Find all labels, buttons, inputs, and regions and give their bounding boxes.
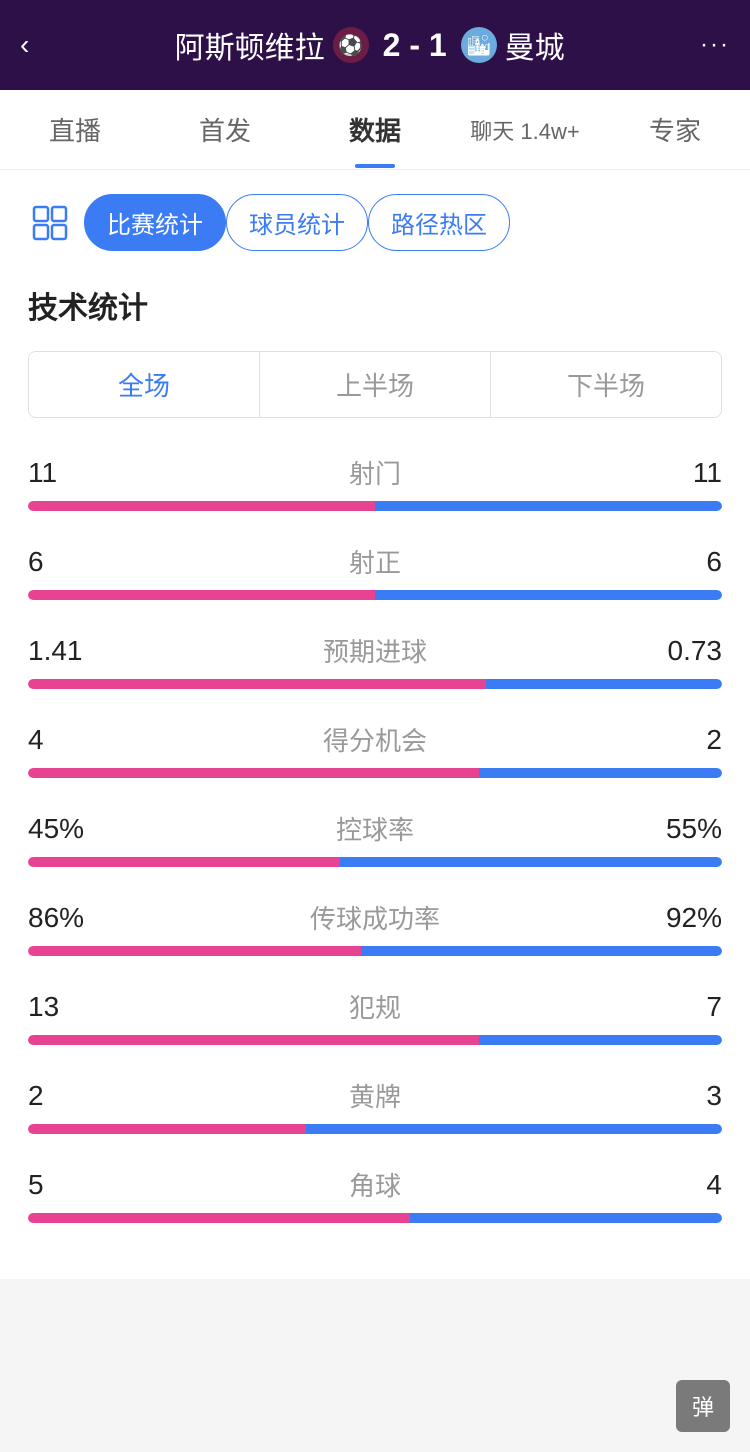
stat-left-value: 1.41 — [28, 635, 108, 667]
stat-row: 86% 传球成功率 92% — [28, 899, 722, 956]
stat-row: 6 射正 6 — [28, 543, 722, 600]
stat-name: 犯规 — [108, 988, 642, 1025]
more-button[interactable]: ··· — [700, 31, 730, 59]
stat-left-value: 6 — [28, 546, 108, 578]
stat-bar-away — [340, 857, 722, 867]
stat-left-value: 86% — [28, 902, 108, 934]
away-team-badge: 🏙 — [461, 27, 497, 63]
stat-right-value: 3 — [642, 1080, 722, 1112]
period-tabs: 全场 上半场 下半场 — [28, 351, 722, 418]
stat-bar-away — [410, 1213, 722, 1223]
stat-bar-home — [28, 857, 340, 867]
section-title: 技术统计 — [28, 283, 722, 327]
stat-left-value: 11 — [28, 457, 108, 489]
stat-left-value: 13 — [28, 991, 108, 1023]
stat-bar-away — [486, 679, 722, 689]
sub-navigation: 比赛统计 球员统计 路径热区 — [28, 194, 722, 251]
tab-live[interactable]: 直播 — [0, 91, 150, 168]
stat-left-value: 4 — [28, 724, 108, 756]
stat-bar-away — [375, 501, 722, 511]
stat-bar — [28, 1213, 722, 1223]
sub-tab-player-stats[interactable]: 球员统计 — [226, 194, 368, 251]
stat-right-value: 7 — [642, 991, 722, 1023]
back-button[interactable]: ‹ — [20, 29, 29, 61]
stat-name: 射正 — [108, 543, 642, 580]
stat-bar-home — [28, 768, 479, 778]
stat-bar-away — [479, 1035, 722, 1045]
match-score: 2 - 1 — [383, 27, 447, 64]
stat-name: 预期进球 — [108, 632, 642, 669]
stat-bar-home — [28, 1213, 410, 1223]
stat-right-value: 11 — [642, 457, 722, 489]
stat-bar-away — [306, 1124, 722, 1134]
stat-bar — [28, 946, 722, 956]
stat-name: 角球 — [108, 1166, 642, 1203]
stat-bar — [28, 1124, 722, 1134]
stat-row: 13 犯规 7 — [28, 988, 722, 1045]
period-tab-first-half[interactable]: 上半场 — [260, 352, 491, 417]
away-team-name: 曼城 — [505, 23, 565, 67]
stat-row: 45% 控球率 55% — [28, 810, 722, 867]
content-area: 比赛统计 球员统计 路径热区 技术统计 全场 上半场 下半场 11 射门 11 … — [0, 170, 750, 1279]
stat-bar — [28, 590, 722, 600]
stat-right-value: 92% — [642, 902, 722, 934]
stat-right-value: 0.73 — [642, 635, 722, 667]
stat-name: 射门 — [108, 454, 642, 491]
sub-tab-heatmap[interactable]: 路径热区 — [368, 194, 510, 251]
tab-lineup[interactable]: 首发 — [150, 91, 300, 168]
tab-chat[interactable]: 聊天 1.4w+ — [450, 94, 600, 166]
stat-bar-away — [375, 590, 722, 600]
match-title: 阿斯顿维拉 ⚽ 2 - 1 🏙 曼城 — [39, 23, 700, 67]
stat-row: 1.41 预期进球 0.73 — [28, 632, 722, 689]
stat-name: 得分机会 — [108, 721, 642, 758]
home-team-name: 阿斯顿维拉 — [175, 23, 325, 67]
match-header: ‹ 阿斯顿维拉 ⚽ 2 - 1 🏙 曼城 ··· — [0, 0, 750, 90]
stat-row: 11 射门 11 — [28, 454, 722, 511]
stat-bar-home — [28, 501, 375, 511]
sub-tab-match-stats[interactable]: 比赛统计 — [84, 194, 226, 251]
stat-bar-home — [28, 590, 375, 600]
stat-bar-home — [28, 1124, 306, 1134]
stat-bar — [28, 1035, 722, 1045]
home-team-badge: ⚽ — [333, 27, 369, 63]
stats-container: 11 射门 11 6 射正 6 1.41 预期进球 0.73 4 — [28, 454, 722, 1223]
stat-right-value: 6 — [642, 546, 722, 578]
stat-bar-home — [28, 946, 361, 956]
stat-row: 5 角球 4 — [28, 1166, 722, 1223]
stat-bar-away — [479, 768, 722, 778]
stat-bar — [28, 501, 722, 511]
tab-expert[interactable]: 专家 — [600, 91, 750, 168]
tab-data[interactable]: 数据 — [300, 91, 450, 168]
stat-row: 2 黄牌 3 — [28, 1077, 722, 1134]
stat-name: 黄牌 — [108, 1077, 642, 1114]
stat-bar-home — [28, 1035, 479, 1045]
stat-left-value: 5 — [28, 1169, 108, 1201]
stat-bar-away — [361, 946, 722, 956]
stats-icon — [28, 201, 72, 245]
stat-right-value: 4 — [642, 1169, 722, 1201]
stat-name: 控球率 — [108, 810, 642, 847]
stat-bar-home — [28, 679, 486, 689]
stat-right-value: 2 — [642, 724, 722, 756]
stat-bar — [28, 768, 722, 778]
stat-left-value: 2 — [28, 1080, 108, 1112]
stat-name: 传球成功率 — [108, 899, 642, 936]
stat-right-value: 55% — [642, 813, 722, 845]
stat-bar — [28, 679, 722, 689]
stat-left-value: 45% — [28, 813, 108, 845]
nav-tabs: 直播 首发 数据 聊天 1.4w+ 专家 — [0, 90, 750, 170]
stat-bar — [28, 857, 722, 867]
period-tab-full[interactable]: 全场 — [29, 352, 260, 417]
popup-hint[interactable]: 弹 — [676, 1380, 730, 1432]
period-tab-second-half[interactable]: 下半场 — [491, 352, 721, 417]
stat-row: 4 得分机会 2 — [28, 721, 722, 778]
